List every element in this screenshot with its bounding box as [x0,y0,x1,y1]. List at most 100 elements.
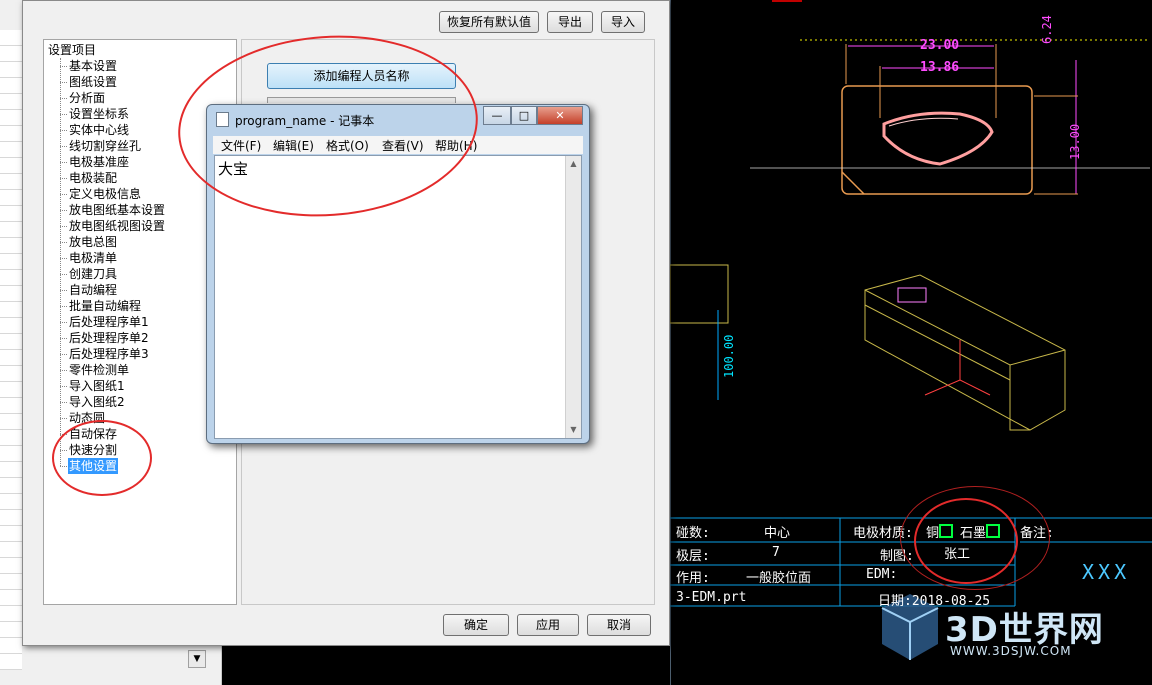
sheet-row [0,350,22,366]
tree-item[interactable]: 零件检测单 [68,362,130,378]
tree-root[interactable]: 设置项目 [48,42,96,58]
tree-item[interactable]: 放电总图 [68,234,118,250]
tree-item[interactable]: 放电图纸基本设置 [68,202,166,218]
tree-item[interactable]: 基本设置 [68,58,118,74]
tree-item[interactable]: 电极清单 [68,250,118,266]
sheet-row [0,414,22,430]
sheet-row [0,46,22,62]
tree-connector [60,370,67,371]
sheet-row [0,590,22,606]
tree-item[interactable]: 放电图纸视图设置 [68,218,166,234]
tree-item[interactable]: 电极装配 [68,170,118,186]
tree-connector [60,98,67,99]
import-button[interactable]: 导入 [601,11,645,33]
sheet-row [0,430,22,446]
dimension-width: 23.00 [920,38,960,53]
tree-connector [60,258,67,259]
sheet-row [0,222,22,238]
cancel-button[interactable]: 取消 [587,614,651,636]
sheet-row [0,78,22,94]
tree-item[interactable]: 分析面 [68,90,106,106]
sheet-row [0,190,22,206]
sheet-row [0,142,22,158]
tree-connector [60,418,67,419]
tree-item[interactable]: 创建刀具 [68,266,118,282]
tree-item[interactable]: 线切割穿丝孔 [68,138,142,154]
sheet-row [0,158,22,174]
restore-defaults-button[interactable]: 恢复所有默认值 [439,11,539,33]
sheet-row [0,270,22,286]
tree-item[interactable]: 导入图纸2 [68,394,126,410]
minimize-icon[interactable]: — [483,106,511,125]
sheet-row [0,302,22,318]
sheet-row [0,606,22,622]
cad-viewport[interactable] [670,0,1152,685]
sheet-row [0,462,22,478]
tree-item[interactable]: 设置坐标系 [68,106,130,122]
ok-button[interactable]: 确定 [443,614,509,636]
tree-connector [60,322,67,323]
sheet-row [0,254,22,270]
tree-connector [60,274,67,275]
scroll-down-icon[interactable]: ▼ [566,422,581,438]
sheet-row [0,62,22,78]
tree-item[interactable]: 导入图纸1 [68,378,126,394]
scroll-up-icon[interactable]: ▲ [566,156,581,172]
tb-r2c2: 7 [772,545,780,560]
sheet-row [0,286,22,302]
sheet-row [0,478,22,494]
tree-item[interactable]: 后处理程序单2 [68,330,150,346]
sheet-row [0,174,22,190]
tb-r3c2: 一般胶位面 [746,571,812,586]
close-icon[interactable]: ✕ [537,106,583,125]
tree-connector [60,146,67,147]
sheet-row [0,238,22,254]
sheet-row [0,366,22,382]
tree-connector [60,226,67,227]
sheet-row [0,638,22,654]
tree-item[interactable]: 定义电极信息 [68,186,142,202]
sheet-row [0,494,22,510]
dimension-right: 13.00 [1068,123,1082,160]
tree-item[interactable]: 实体中心线 [68,122,130,138]
sheet-row [0,558,22,574]
sheet-row [0,574,22,590]
sheet-row [0,542,22,558]
tree-connector [60,82,67,83]
sheet-row [0,318,22,334]
sheet-row [0,206,22,222]
tree-item[interactable]: 自动编程 [68,282,118,298]
tree-connector [60,338,67,339]
tree-guide-line [60,58,61,466]
annotation-circle-left [52,420,152,496]
tree-item[interactable]: 后处理程序单1 [68,314,150,330]
apply-button[interactable]: 应用 [517,614,579,636]
watermark-url: WWW.3DSJW.COM [950,644,1072,658]
tree-connector [60,306,67,307]
sheet-row [0,654,22,670]
tree-connector [60,194,67,195]
tree-item[interactable]: 电极基准座 [68,154,130,170]
sheet-row [0,110,22,126]
maximize-icon[interactable]: □ [511,106,537,125]
tree-connector [60,130,67,131]
tree-connector [60,402,67,403]
sheet-row [0,526,22,542]
sheet-row [0,126,22,142]
dimension-inner: 13.86 [920,60,960,75]
sheet-row [0,446,22,462]
tree-item[interactable]: 批量自动编程 [68,298,142,314]
sheet-row [0,398,22,414]
tree-item[interactable]: 图纸设置 [68,74,118,90]
export-button[interactable]: 导出 [547,11,593,33]
dropdown-arrow-icon[interactable]: ▼ [188,650,206,668]
tree-connector [60,290,67,291]
tree-connector [60,66,67,67]
tree-connector [60,354,67,355]
sheet-row [0,622,22,638]
tb-r2c1: 极层: [676,549,710,564]
sheet-row [0,334,22,350]
vertical-scrollbar[interactable]: ▲ ▼ [565,156,581,438]
tb-r1c1: 碰数: [676,526,710,541]
tree-item[interactable]: 后处理程序单3 [68,346,150,362]
